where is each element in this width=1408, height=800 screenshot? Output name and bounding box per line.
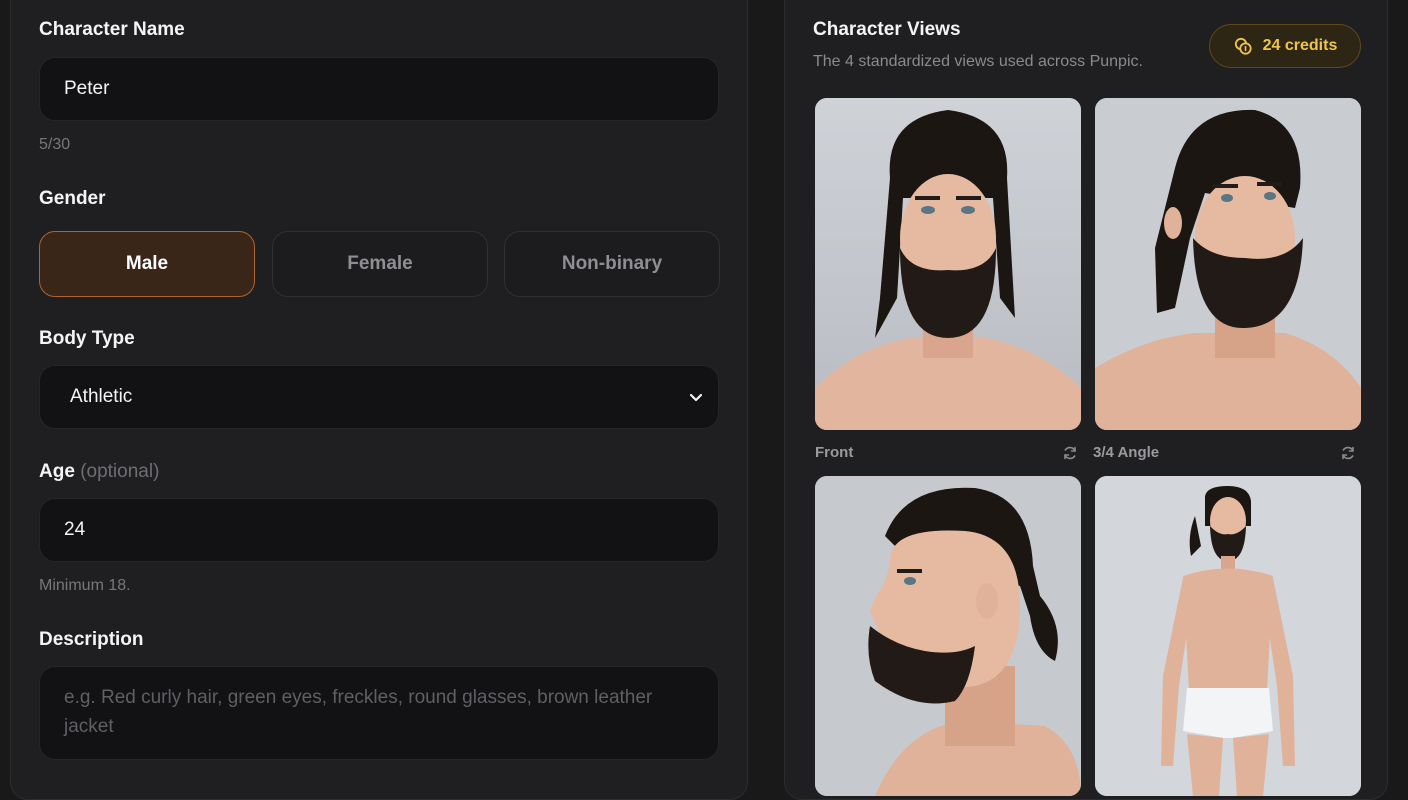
refresh-icon[interactable] [1062, 445, 1078, 461]
portrait-front-illustration [815, 98, 1081, 430]
front-view-label: Front [815, 444, 854, 461]
age-input[interactable]: 24 [39, 498, 719, 562]
gender-male-button[interactable]: Male [39, 231, 255, 297]
age-label-text: Age [39, 461, 75, 482]
character-views-subtitle: The 4 standardized views used across Pun… [813, 53, 1143, 70]
refresh-icon[interactable] [1340, 445, 1356, 461]
body-type-value: Athletic [70, 386, 133, 407]
portrait-full-body-illustration [1095, 476, 1361, 796]
chevron-down-icon [689, 393, 703, 402]
front-view-image[interactable] [815, 98, 1081, 430]
profile-view-image[interactable] [815, 476, 1081, 796]
credits-text: 24 credits [1262, 37, 1338, 54]
age-optional-text: (optional) [80, 461, 160, 482]
character-name-input[interactable]: Peter [39, 57, 719, 121]
credits-badge: 24 credits [1209, 24, 1361, 68]
name-char-counter: 5/30 [39, 136, 71, 153]
character-views-title: Character Views [813, 19, 961, 40]
gender-female-button[interactable]: Female [272, 231, 488, 297]
gender-label: Gender [39, 188, 106, 209]
full-body-view-image[interactable] [1095, 476, 1361, 796]
age-hint: Minimum 18. [39, 577, 131, 594]
gender-nonbinary-button[interactable]: Non-binary [504, 231, 720, 297]
description-label: Description [39, 629, 144, 650]
body-type-select[interactable]: Athletic [39, 365, 719, 429]
coins-icon [1234, 37, 1252, 55]
three-quarter-view-image[interactable] [1095, 98, 1361, 430]
character-name-label: Character Name [39, 19, 185, 40]
body-type-label: Body Type [39, 328, 135, 349]
character-views-panel: Character Views The 4 standardized views… [784, 0, 1388, 800]
age-label: Age (optional) [39, 461, 159, 483]
character-form-panel: Character Name Peter 5/30 Gender Male Fe… [10, 0, 748, 800]
portrait-three-quarter-illustration [1095, 98, 1361, 430]
portrait-profile-illustration [815, 476, 1081, 796]
description-textarea[interactable]: e.g. Red curly hair, green eyes, freckle… [39, 666, 719, 760]
three-quarter-view-label: 3/4 Angle [1093, 444, 1160, 461]
